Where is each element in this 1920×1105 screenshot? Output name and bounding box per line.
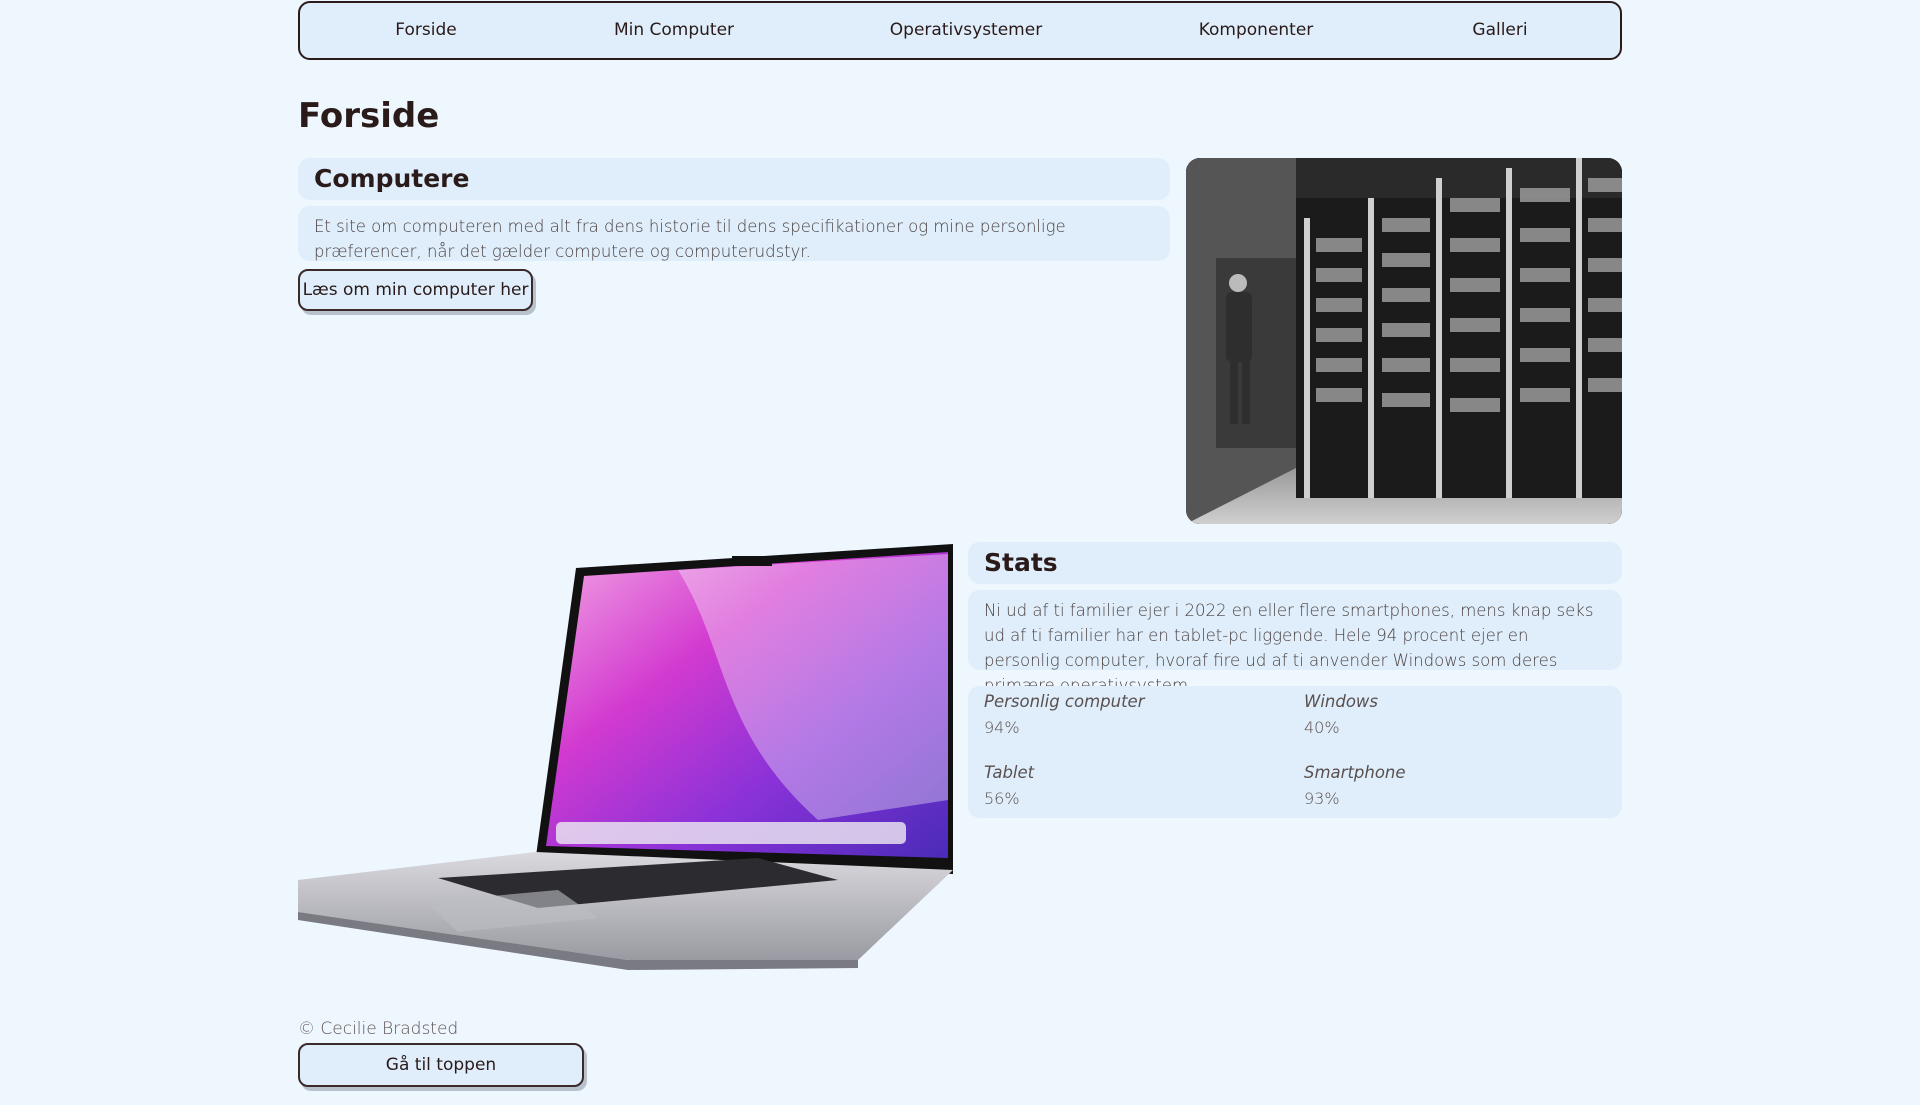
- computers-heading: Computere: [298, 158, 1170, 200]
- nav-item-galleri[interactable]: Galleri: [1472, 3, 1527, 58]
- stats-grid: Personlig computer 94% Windows 40% Table…: [968, 686, 1622, 818]
- stats-description: Ni ud af ti familier ejer i 2022 en elle…: [968, 590, 1622, 695]
- stat-label-tablet: Tablet: [984, 763, 1035, 782]
- stat-value-tablet: 56%: [984, 789, 1020, 808]
- main-nav: Forside Min Computer Operativsystemer Ko…: [298, 1, 1622, 60]
- stats-heading: Stats: [968, 542, 1622, 584]
- computers-description: Et site om computeren med alt fra dens h…: [298, 206, 1170, 261]
- page-title: Forside: [298, 96, 440, 136]
- read-about-my-computer-button[interactable]: Læs om min computer her: [298, 269, 533, 311]
- footer-copyright: © Cecilie Bradsted: [298, 1019, 459, 1039]
- stat-value-smartphone: 93%: [1304, 789, 1340, 808]
- stat-label-windows: Windows: [1304, 692, 1379, 711]
- stat-label-smartphone: Smartphone: [1304, 763, 1406, 782]
- historic-computer-photo: [1186, 158, 1622, 524]
- nav-item-operativsystemer[interactable]: Operativsystemer: [890, 3, 1042, 58]
- nav-item-komponenter[interactable]: Komponenter: [1199, 3, 1314, 58]
- stat-label-personal-computer: Personlig computer: [984, 692, 1145, 711]
- laptop-image: [298, 540, 953, 1000]
- stat-value-windows: 40%: [1304, 718, 1340, 737]
- nav-item-forside[interactable]: Forside: [395, 3, 456, 58]
- historic-computer-image: [1186, 158, 1622, 524]
- go-to-top-button[interactable]: Gå til toppen: [298, 1043, 584, 1087]
- nav-item-min-computer[interactable]: Min Computer: [614, 3, 734, 58]
- stat-value-personal-computer: 94%: [984, 718, 1020, 737]
